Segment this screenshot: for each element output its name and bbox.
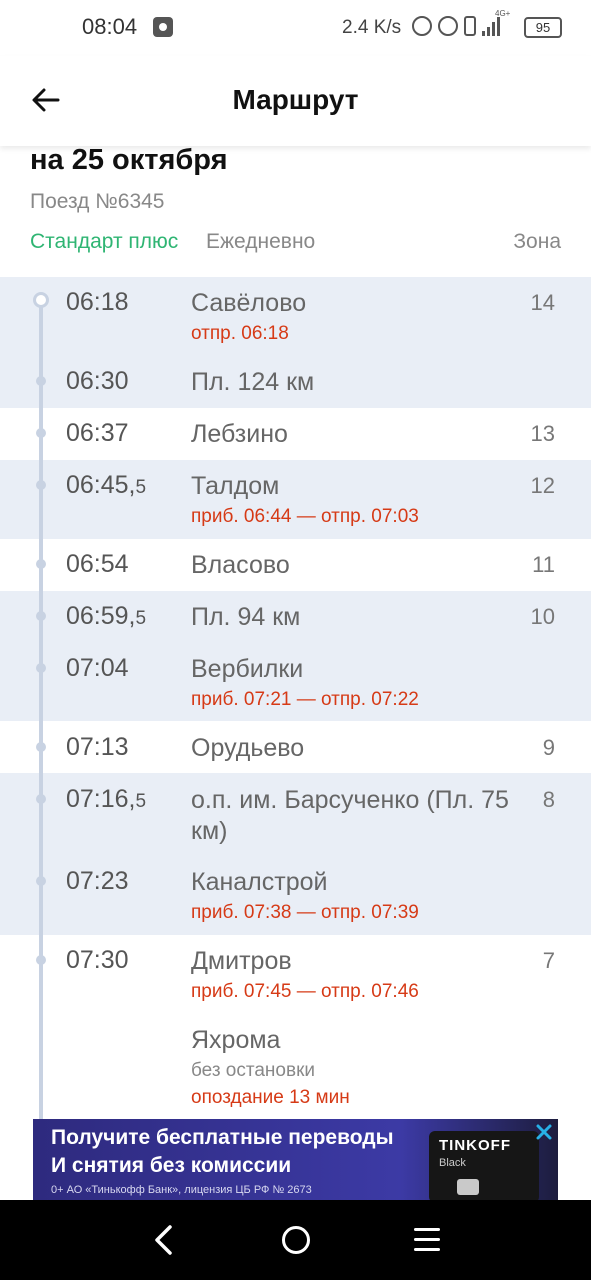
stop-name: Лебзино	[191, 420, 288, 448]
frequency-label: Ежедневно	[206, 230, 316, 253]
stop-time: 06:54	[66, 550, 129, 578]
stop-name: Яхрома	[191, 1026, 281, 1054]
stop-schedule: приб. 06:44 — отпр. 07:03	[191, 506, 419, 527]
station-dot	[36, 742, 46, 752]
station-dot	[36, 794, 46, 804]
stop-time: 06:37	[66, 419, 129, 447]
stop-time: 06:59,5	[66, 602, 147, 630]
stop-time: 07:16,5	[66, 785, 147, 813]
station-dot	[36, 663, 46, 673]
stop-schedule: приб. 07:21 — отпр. 07:22	[191, 689, 419, 710]
signal-icon	[482, 16, 504, 36]
stop-time: 06:30	[66, 367, 129, 395]
ad-card-brand: TINKOFF	[439, 1137, 511, 1154]
start-station-dot	[33, 292, 49, 308]
tariff-label[interactable]: Стандарт плюс	[30, 230, 178, 254]
ad-card-type: Black	[439, 1157, 466, 1169]
stop-time: 07:13	[66, 733, 129, 761]
page-title: Маршрут	[232, 84, 359, 115]
stop-zone: 8	[542, 787, 555, 812]
stop-zone: 14	[530, 290, 555, 315]
stop-zone: 13	[530, 421, 555, 446]
nfc-icon	[438, 16, 458, 36]
stop-schedule: приб. 07:38 — отпр. 07:39	[191, 902, 419, 923]
station-dot	[36, 428, 46, 438]
network-type: 4G+	[495, 9, 511, 18]
stop-name: Власово	[191, 551, 290, 579]
stop-zone: 10	[530, 604, 555, 629]
ad-headline-1: Получите бесплатные переводы	[51, 1126, 394, 1149]
stop-zone: 12	[530, 473, 555, 498]
card-chip-icon	[457, 1179, 479, 1195]
stop-delay: опоздание 13 мин	[191, 1087, 350, 1108]
station-dot	[36, 611, 46, 621]
ad-card-image: TINKOFF Black	[429, 1131, 539, 1201]
station-dot	[36, 376, 46, 386]
train-number: Поезд №6345	[30, 190, 165, 213]
stop-name: Вербилки	[191, 655, 304, 683]
alarm-icon	[412, 16, 432, 36]
stop-time: 07:30	[66, 946, 129, 974]
stop-name: Дмитров	[191, 947, 292, 975]
ad-headline-2: И снятия без комиссии	[51, 1154, 292, 1177]
stop-name: о.п. им. Барсученко (Пл. 75 км)	[191, 786, 509, 845]
stop-name: Талдом	[191, 472, 280, 500]
stop-time: 07:23	[66, 867, 129, 895]
status-icons	[412, 16, 504, 36]
station-dot	[36, 955, 46, 965]
stop-no-stop-note: без остановки	[191, 1060, 316, 1081]
stop-name: Каналстрой	[191, 868, 328, 896]
battery-icon: 95	[524, 17, 562, 38]
nav-home-icon[interactable]	[282, 1226, 310, 1254]
stop-zone: 11	[532, 552, 555, 577]
stop-zone: 7	[542, 948, 555, 973]
route-line	[39, 300, 43, 1120]
station-dot	[36, 876, 46, 886]
stop-name: Пл. 124 км	[191, 368, 315, 396]
stop-name: Савёлово	[191, 289, 307, 317]
nav-menu-icon[interactable]	[414, 1228, 440, 1252]
nav-back-icon[interactable]	[152, 1224, 176, 1256]
status-bar: 08:04 2.4 K/s 4G+ 95	[0, 0, 591, 56]
screenshot-notification-icon	[153, 17, 173, 37]
stop-name: Пл. 94 км	[191, 603, 301, 631]
stop-schedule: приб. 07:45 — отпр. 07:46	[191, 981, 419, 1002]
status-time: 08:04	[82, 14, 138, 39]
station-dot	[36, 559, 46, 569]
stop-schedule: отпр. 06:18	[191, 323, 289, 344]
net-speed: 2.4 K/s	[342, 17, 402, 38]
close-icon[interactable]	[533, 1121, 555, 1143]
stop-zone: 9	[542, 735, 555, 760]
station-dot	[36, 480, 46, 490]
stop-time: 07:04	[66, 654, 129, 682]
stop-name: Орудьево	[191, 734, 305, 762]
trip-date: на 25 октября	[30, 144, 228, 176]
ad-banner[interactable]: Получите бесплатные переводы И снятия бе…	[33, 1119, 558, 1201]
stop-time: 06:45,5	[66, 471, 147, 499]
vibrate-icon	[464, 16, 476, 36]
zone-header: Зона	[513, 230, 561, 253]
stop-time: 06:18	[66, 288, 129, 316]
system-nav-bar	[0, 1200, 591, 1280]
ad-legal: 0+ АО «Тинькофф Банк», лицензия ЦБ РФ № …	[51, 1184, 312, 1196]
app-header: Маршрут	[0, 56, 591, 146]
